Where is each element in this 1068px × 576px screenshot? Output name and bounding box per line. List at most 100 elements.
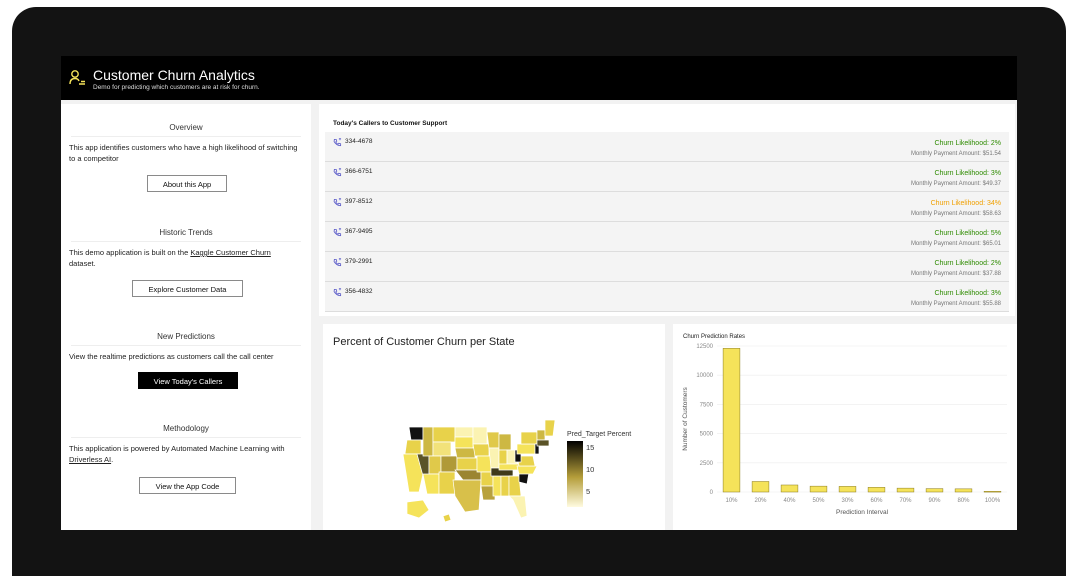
monthly-payment: Monthly Payment Amount: $51.54 — [910, 151, 1001, 157]
bar[interactable] — [925, 488, 944, 493]
us-choropleth-map[interactable]: Pred_Target Percent 15 10 5 — [323, 324, 665, 530]
divider — [71, 241, 301, 242]
state-ky — [498, 463, 520, 471]
monthly-payment: Monthly Payment Amount: $55.88 — [910, 301, 1001, 307]
x-tick-label: 30% — [841, 498, 854, 504]
y-axis-label: Number of Customers — [682, 386, 689, 450]
bar[interactable] — [867, 487, 886, 493]
caller-number: 367-9495 — [345, 228, 373, 235]
view-callers-button[interactable]: View Today's Callers — [138, 372, 238, 389]
map-panel: Percent of Customer Churn per State Pred… — [323, 324, 665, 530]
state-mt — [432, 426, 456, 443]
x-tick-label: 40% — [783, 498, 796, 504]
methodology-text: This application is powered by Automated… — [69, 444, 285, 464]
state-ny — [520, 431, 538, 445]
state-il — [488, 447, 500, 469]
bar[interactable] — [983, 491, 1002, 493]
y-tick-label: 10000 — [696, 373, 713, 379]
y-tick-label: 2500 — [700, 461, 714, 467]
caller-number: 379-2991 — [345, 258, 373, 265]
phone-icon — [333, 258, 342, 267]
bar[interactable] — [780, 484, 799, 493]
phone-icon — [333, 228, 342, 237]
state-al — [500, 475, 510, 497]
bar[interactable] — [722, 348, 741, 493]
state-wi — [486, 431, 500, 449]
state-hi — [442, 513, 452, 523]
bar[interactable] — [896, 487, 915, 493]
state-nm — [438, 471, 456, 495]
predictions-text: View the realtime predictions as custome… — [69, 352, 274, 361]
bar[interactable] — [751, 481, 770, 493]
state-or — [404, 439, 422, 455]
x-tick-label: 80% — [957, 498, 970, 504]
churn-likelihood: Churn Likelihood: 2% — [934, 140, 1001, 147]
x-tick-label: 20% — [754, 498, 767, 504]
callers-title: Today's Callers to Customer Support — [333, 120, 448, 127]
state-co — [440, 455, 458, 473]
state-fl — [508, 495, 528, 519]
caller-number: 356-4832 — [345, 288, 373, 295]
legend-tick: 15 — [586, 443, 594, 452]
state-nc — [516, 465, 538, 475]
bar[interactable] — [809, 485, 828, 493]
app-title: Customer Churn Analytics — [93, 67, 255, 83]
historic-text: This demo application is built on the Ka… — [69, 248, 271, 268]
user-group-icon — [69, 70, 85, 85]
predictions-title: New Predictions — [157, 332, 215, 341]
caller-row[interactable]: 334-4678 Churn Likelihood: 2% Monthly Paym… — [325, 132, 1009, 162]
bar[interactable] — [954, 488, 973, 493]
caller-number: 334-4678 — [345, 138, 373, 145]
state-me — [544, 419, 556, 437]
state-mi — [498, 433, 512, 451]
state-sd — [454, 436, 474, 449]
state-nd — [454, 426, 474, 438]
state-tx — [452, 479, 482, 513]
churn-likelihood: Churn Likelihood: 2% — [934, 260, 1001, 267]
state-mn — [472, 426, 488, 445]
x-tick-label: 50% — [812, 498, 825, 504]
legend-title: Pred_Target Percent — [567, 431, 631, 438]
churn-bar-chart[interactable]: 0 2500 5000 7500 10000 12500 10% 20% 40% 50% 30% 60… — [673, 324, 1017, 530]
x-tick-label: 100% — [985, 498, 1001, 504]
kaggle-link[interactable]: Kaggle Customer Churn — [190, 248, 270, 257]
caller-number: 397-8512 — [345, 198, 373, 205]
state-ms — [492, 475, 502, 497]
driverless-ai-link[interactable]: Driverless AI — [69, 455, 111, 464]
historic-title: Historic Trends — [159, 228, 213, 237]
app-subtitle: Demo for predicting which customers are … — [93, 84, 260, 91]
divider — [71, 437, 301, 438]
caller-number: 366-6751 — [345, 168, 373, 175]
app-window: Customer Churn Analytics Demo for predic… — [61, 56, 1017, 530]
state-ut — [428, 455, 442, 475]
churn-likelihood: Churn Likelihood: 5% — [934, 230, 1001, 237]
explore-data-button[interactable]: Explore Customer Data — [132, 280, 243, 297]
state-wa — [408, 426, 424, 441]
x-tick-label: 70% — [899, 498, 912, 504]
bar[interactable] — [838, 486, 857, 493]
state-ks — [456, 457, 478, 471]
app-header: Customer Churn Analytics Demo for predic… — [61, 56, 1017, 100]
caller-row[interactable]: 356-4832 Churn Likelihood: 3% Monthly Paym… — [325, 282, 1009, 312]
callers-panel: Today's Callers to Customer Support 334-… — [319, 104, 1015, 316]
view-code-button[interactable]: View the App Code — [139, 477, 236, 494]
monthly-payment: Monthly Payment Amount: $37.88 — [910, 271, 1001, 277]
about-app-button[interactable]: About this App — [147, 175, 227, 192]
phone-icon — [333, 198, 342, 207]
caller-row[interactable]: 366-6751 Churn Likelihood: 3% Monthly Paym… — [325, 162, 1009, 192]
sidebar: Overview This app identifies customers w… — [61, 104, 311, 530]
monthly-payment: Monthly Payment Amount: $49.37 — [910, 181, 1001, 187]
state-vt-nh — [536, 429, 546, 441]
state-ma — [536, 439, 550, 447]
x-tick-label: 90% — [928, 498, 941, 504]
caller-row[interactable]: 367-9495 Churn Likelihood: 5% Monthly Paym… — [325, 222, 1009, 252]
caller-row[interactable]: 379-2991 Churn Likelihood: 2% Monthly Paym… — [325, 252, 1009, 282]
methodology-title: Methodology — [163, 424, 209, 433]
x-axis-label: Prediction Interval — [836, 509, 889, 516]
y-tick-label: 5000 — [700, 432, 714, 438]
y-tick-label: 12500 — [696, 344, 713, 350]
state-az — [422, 473, 440, 495]
divider — [71, 345, 301, 346]
monthly-payment: Monthly Payment Amount: $65.01 — [910, 241, 1001, 247]
caller-row[interactable]: 397-8512 Churn Likelihood: 34% Monthly Pay… — [325, 192, 1009, 222]
